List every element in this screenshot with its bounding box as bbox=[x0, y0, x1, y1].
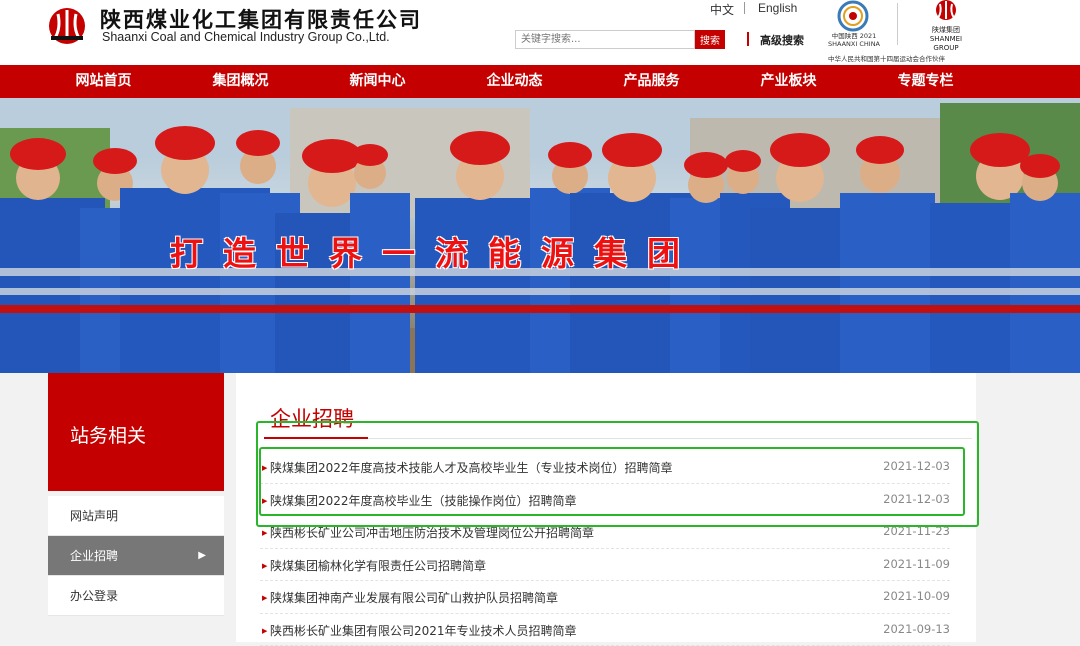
title-rule bbox=[264, 438, 972, 439]
header-divider bbox=[897, 3, 898, 45]
news-date: 2021-10-09 bbox=[883, 589, 950, 603]
advanced-search-link[interactable]: 高级搜索 bbox=[760, 32, 804, 48]
nav-item-industry[interactable]: 产业板块 bbox=[720, 65, 857, 98]
recruitment-news-list: ▶ 陕煤集团2022年度高技术技能人才及高校毕业生（专业技术岗位）招聘简章 20… bbox=[260, 451, 950, 646]
lang-english-link[interactable]: English bbox=[758, 1, 797, 15]
site-header: 陕西煤业化工集团有限责任公司 Shaanxi Coal and Chemical… bbox=[0, 0, 1080, 65]
news-title-link[interactable]: 陕西彬长矿业集团有限公司2021年专业技术人员招聘简章 bbox=[270, 622, 577, 639]
list-item[interactable]: ▶ 陕煤集团2022年度高校毕业生（技能操作岗位）招聘简章 2021-12-03 bbox=[260, 484, 950, 517]
news-title-link[interactable]: 陕煤集团2022年度高技术技能人才及高校毕业生（专业技术岗位）招聘简章 bbox=[270, 459, 673, 476]
news-title-link[interactable]: 陕煤集团2022年度高校毕业生（技能操作岗位）招聘简章 bbox=[270, 492, 577, 509]
search-input[interactable] bbox=[515, 30, 695, 49]
sidebar-item-office-login[interactable]: 办公登录 bbox=[48, 576, 224, 616]
banner-slogan: 打造世界一流能源集团 bbox=[170, 227, 700, 275]
list-item[interactable]: ▶ 陕煤集团神南产业发展有限公司矿山救护队员招聘简章 2021-10-09 bbox=[260, 581, 950, 614]
hero-banner: 打造世界一流能源集团 bbox=[0, 98, 1080, 373]
title-underline bbox=[264, 437, 368, 439]
company-logo-icon[interactable] bbox=[47, 6, 87, 46]
red-divider bbox=[747, 32, 749, 46]
main-nav: 网站首页 集团概况 新闻中心 企业动态 产品服务 产业板块 专题专栏 bbox=[0, 65, 1080, 98]
list-item[interactable]: ▶ 陕煤集团2022年度高技术技能人才及高校毕业生（专业技术岗位）招聘简章 20… bbox=[260, 451, 950, 484]
bullet-icon: ▶ bbox=[262, 529, 267, 537]
news-title-link[interactable]: 陕煤集团神南产业发展有限公司矿山救护队员招聘简章 bbox=[270, 589, 558, 606]
nav-item-news[interactable]: 新闻中心 bbox=[309, 65, 446, 98]
main-content: 企业招聘 ▶ 陕煤集团2022年度高技术技能人才及高校毕业生（专业技术岗位）招聘… bbox=[236, 373, 976, 642]
news-title-link[interactable]: 陕煤集团榆林化学有限责任公司招聘简章 bbox=[270, 557, 486, 574]
news-date: 2021-09-13 bbox=[883, 622, 950, 636]
nav-item-products[interactable]: 产品服务 bbox=[583, 65, 720, 98]
lang-divider bbox=[744, 2, 745, 14]
news-date: 2021-11-09 bbox=[883, 557, 950, 571]
sidebar-item-recruitment[interactable]: 企业招聘 ▶ bbox=[48, 536, 224, 576]
sidebar-item-site-statement[interactable]: 网站声明 bbox=[48, 496, 224, 536]
sidebar-header: 站务相关 bbox=[48, 373, 224, 491]
bullet-icon: ▶ bbox=[262, 627, 267, 635]
search-button[interactable]: 搜索 bbox=[695, 30, 725, 49]
sidebar-item-label: 办公登录 bbox=[70, 589, 118, 603]
nav-item-home[interactable]: 网站首页 bbox=[35, 65, 172, 98]
lang-chinese-link[interactable]: 中文 bbox=[710, 1, 734, 18]
group-logo-text: 陕煤集团 SHANMEI GROUP bbox=[918, 26, 974, 53]
games-partner-caption: 中华人民共和国第十四届运动会合作伙伴 bbox=[828, 53, 945, 63]
list-item[interactable]: ▶ 陕煤集团榆林化学有限责任公司招聘简章 2021-11-09 bbox=[260, 549, 950, 582]
bullet-icon: ▶ bbox=[262, 562, 267, 570]
sidebar-item-label: 企业招聘 bbox=[70, 549, 118, 563]
sidebar-title: 站务相关 bbox=[70, 421, 146, 448]
sidebar-menu: 网站声明 企业招聘 ▶ 办公登录 bbox=[48, 496, 224, 616]
news-date: 2021-12-03 bbox=[883, 459, 950, 473]
games-logo-text: 中国陕西 2021 SHAANXI CHINA bbox=[826, 32, 882, 48]
sidebar-item-label: 网站声明 bbox=[70, 509, 118, 523]
nav-item-overview[interactable]: 集团概况 bbox=[172, 65, 309, 98]
company-name-en: Shaanxi Coal and Chemical Industry Group… bbox=[102, 30, 390, 44]
arrow-right-icon: ▶ bbox=[198, 536, 206, 576]
news-title-link[interactable]: 陕西彬长矿业公司冲击地压防治技术及管理岗位公开招聘简章 bbox=[270, 524, 594, 541]
bullet-icon: ▶ bbox=[262, 594, 267, 602]
list-item[interactable]: ▶ 陕西彬长矿业公司冲击地压防治技术及管理岗位公开招聘简章 2021-11-23 bbox=[260, 516, 950, 549]
news-date: 2021-11-23 bbox=[883, 524, 950, 538]
nav-item-enterprise[interactable]: 企业动态 bbox=[446, 65, 583, 98]
page-title: 企业招聘 bbox=[270, 403, 354, 433]
bullet-icon: ▶ bbox=[262, 497, 267, 505]
list-item[interactable]: ▶ 陕西彬长矿业集团有限公司2021年专业技术人员招聘简章 2021-09-13 bbox=[260, 614, 950, 646]
bullet-icon: ▶ bbox=[262, 464, 267, 472]
news-date: 2021-12-03 bbox=[883, 492, 950, 506]
nav-item-special[interactable]: 专题专栏 bbox=[857, 65, 994, 98]
